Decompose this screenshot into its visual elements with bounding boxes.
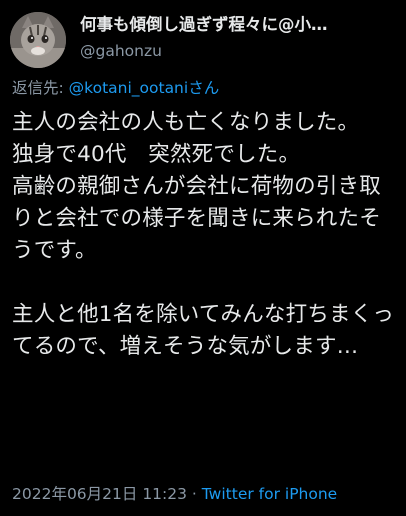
display-name[interactable]: 何事も傾倒し過ぎず程々に@小…: [80, 14, 380, 36]
reply-mention-link[interactable]: @kotani_ootaniさん: [69, 79, 220, 97]
user-handle[interactable]: @gahonzu: [80, 41, 380, 61]
meta-separator: ·: [187, 485, 202, 503]
tweet: 何事も傾倒し過ぎず程々に@小… @gahonzu 返信先: @kotani_oo…: [0, 0, 406, 516]
cat-avatar-icon: [10, 12, 66, 68]
reply-to-prefix: 返信先:: [12, 79, 69, 97]
user-names: 何事も傾倒し過ぎず程々に@小… @gahonzu: [80, 14, 380, 61]
source-link[interactable]: Twitter for iPhone: [202, 485, 337, 503]
tweet-header: 何事も傾倒し過ぎず程々に@小… @gahonzu: [10, 10, 400, 70]
avatar[interactable]: [10, 12, 66, 68]
reply-to-line: 返信先: @kotani_ootaniさん: [12, 78, 219, 98]
tweet-meta: 2022年06月21日 11:23 · Twitter for iPhone: [12, 484, 337, 504]
timestamp-link[interactable]: 2022年06月21日 11:23: [12, 485, 187, 503]
tweet-text: 主人の会社の人も亡くなりました。 独身で40代 突然死でした。 高齢の親御さんが…: [12, 110, 395, 359]
